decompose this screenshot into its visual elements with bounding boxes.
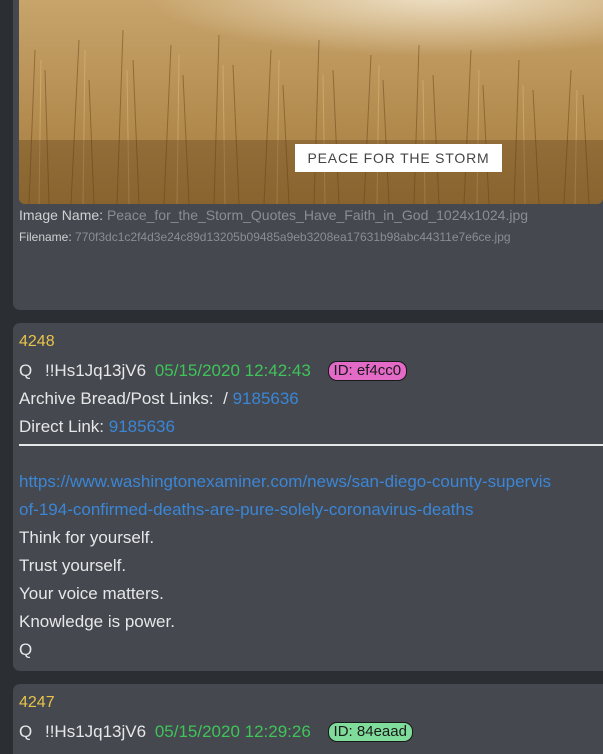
image-name-row: Image Name: Peace_for_the_Storm_Quotes_H… [19, 207, 528, 223]
post-body-line: Knowledge is power. [19, 612, 175, 631]
image-post-card: PEACE FOR THE STORM Image Name: Peace_fo… [13, 0, 603, 310]
post-number: 4247 [19, 694, 55, 711]
article-url-link-continued[interactable]: of-194-confirmed-deaths-are-pure-solely-… [19, 500, 473, 520]
filename-value: 770f3dc1c2f4d3e24c89d13205b09485a9eb3208… [75, 230, 511, 244]
image-caption-banner: PEACE FOR THE STORM [295, 144, 502, 172]
wheat-field-illustration [19, 0, 603, 204]
direct-link-label: Direct Link: [19, 417, 105, 436]
post-datetime: 05/15/2020 12:42:43 [154, 361, 311, 380]
post-number: 4248 [19, 333, 55, 350]
archive-separator: / [223, 389, 228, 408]
poster-id-badge: ID: ef4cc0 [327, 361, 408, 381]
archive-links-row: Archive Bread/Post Links: / 9185636 [19, 389, 299, 409]
article-url-link[interactable]: https://www.washingtonexaminer.com/news/… [19, 472, 551, 492]
post-card-4248: 4248 Q !!Hs1Jq13jV6 05/15/2020 12:42:43 … [13, 323, 603, 671]
post-header: Q !!Hs1Jq13jV6 05/15/2020 12:29:26 ID: 8… [19, 722, 413, 743]
archive-label: Archive Bread/Post Links: [19, 389, 214, 408]
filename-row: Filename: 770f3dc1c2f4d3e24c89d13205b094… [19, 230, 511, 244]
post-tripcode: !!Hs1Jq13jV6 [44, 361, 147, 380]
post-signature: Q [19, 640, 33, 659]
image-name-label: Image Name: [19, 207, 104, 223]
post-author: Q [19, 722, 33, 741]
filename-label: Filename: [19, 230, 72, 244]
archive-post-link[interactable]: 9185636 [233, 389, 299, 408]
direct-link-row: Direct Link: 9185636 [19, 417, 175, 437]
post-body-line: Trust yourself. [19, 556, 127, 575]
post-divider [19, 444, 603, 446]
direct-post-link[interactable]: 9185636 [109, 417, 175, 436]
page: PEACE FOR THE STORM Image Name: Peace_fo… [0, 0, 603, 754]
post-tripcode: !!Hs1Jq13jV6 [44, 722, 147, 741]
image-name-value: Peace_for_the_Storm_Quotes_Have_Faith_in… [106, 207, 529, 223]
post-header: Q !!Hs1Jq13jV6 05/15/2020 12:42:43 ID: e… [19, 361, 408, 382]
poster-id-badge: ID: 84eaad [327, 722, 413, 742]
post-datetime: 05/15/2020 12:29:26 [154, 722, 311, 741]
post-image[interactable]: PEACE FOR THE STORM [19, 0, 603, 204]
post-card-4247: 4247 Q !!Hs1Jq13jV6 05/15/2020 12:29:26 … [13, 684, 603, 754]
post-body-line: Your voice matters. [19, 584, 164, 603]
post-author: Q [19, 361, 33, 380]
post-body-line: Think for yourself. [19, 528, 155, 547]
